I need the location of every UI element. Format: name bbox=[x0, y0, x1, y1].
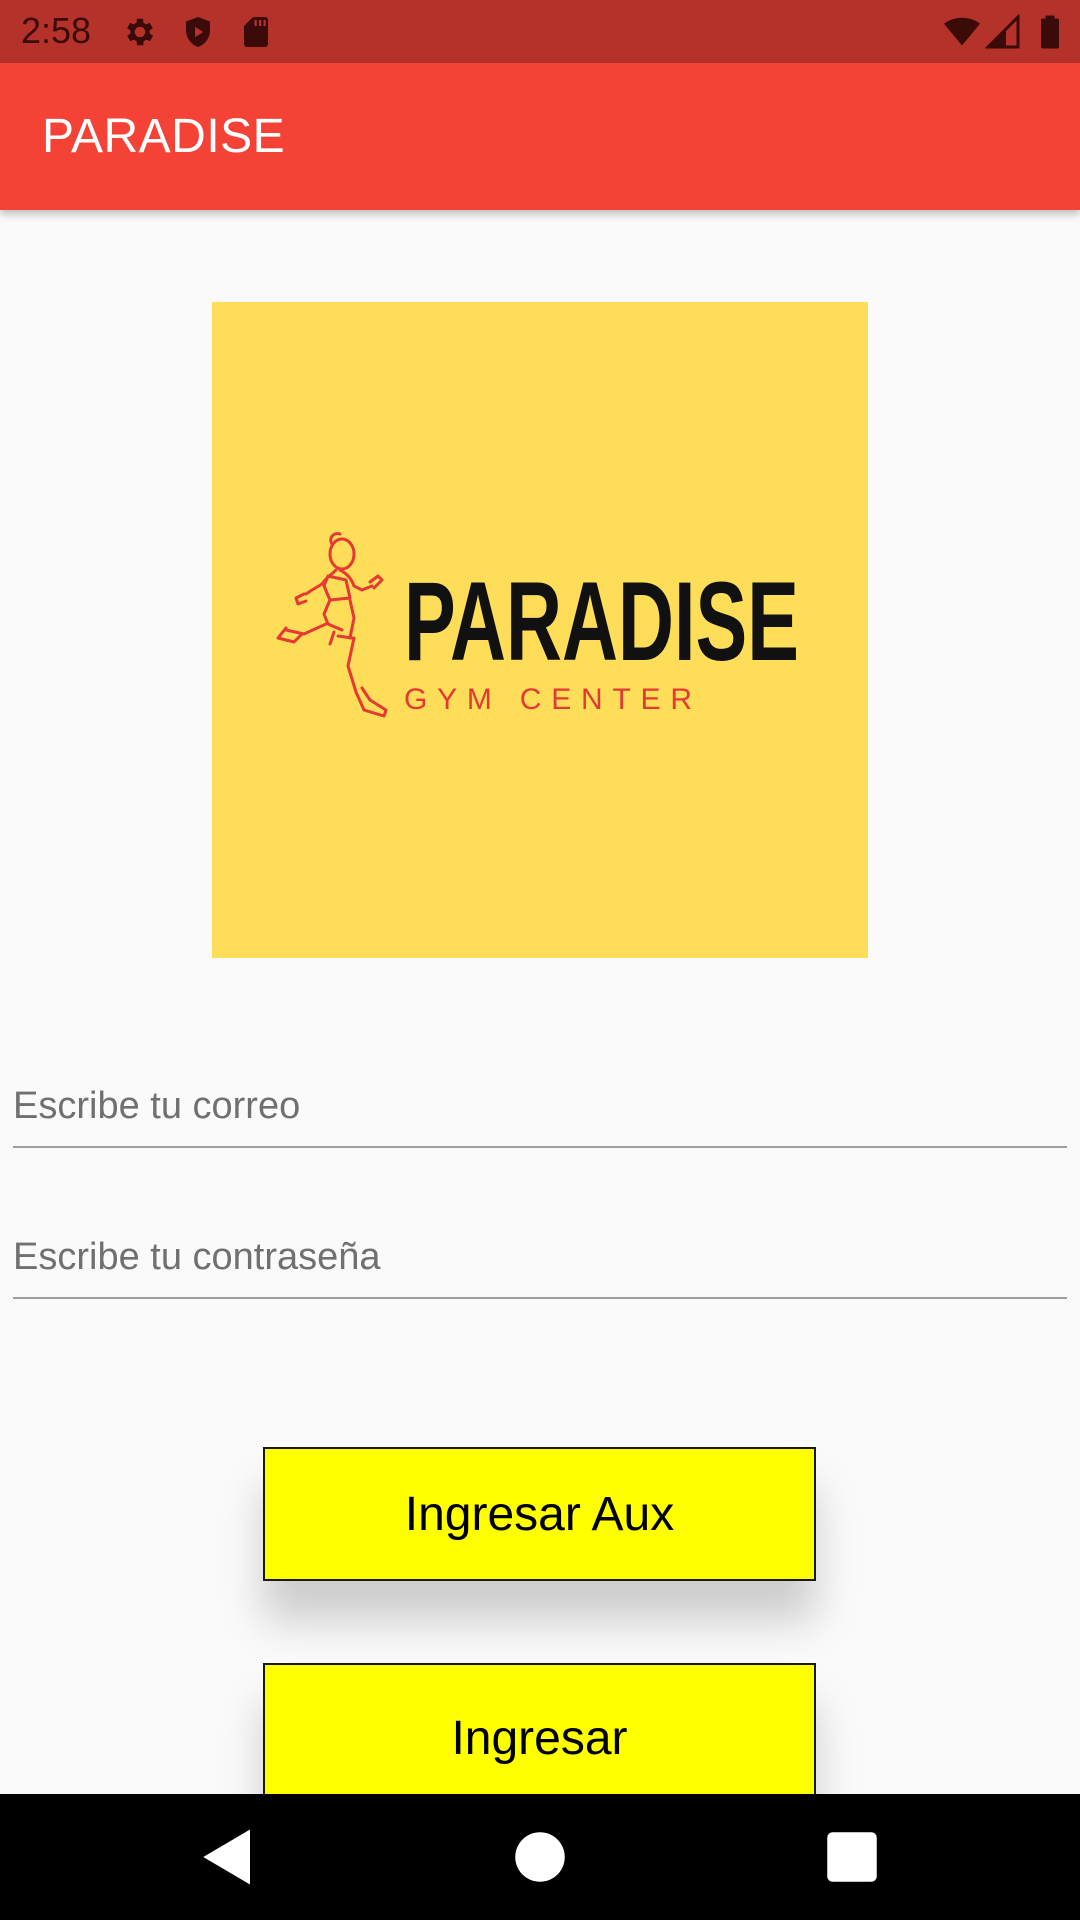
app-title: PARADISE bbox=[42, 110, 286, 163]
gear-icon bbox=[127, 18, 154, 46]
email-field-container bbox=[13, 1066, 1067, 1148]
email-field[interactable] bbox=[13, 1066, 1067, 1146]
login-aux-button[interactable]: Ingresar Aux bbox=[263, 1447, 816, 1581]
password-field-container bbox=[13, 1217, 1067, 1299]
recents-icon[interactable] bbox=[819, 1824, 885, 1890]
status-bar: 2:58 bbox=[0, 0, 1080, 63]
battery-icon bbox=[1041, 15, 1059, 49]
wifi-icon bbox=[944, 17, 980, 46]
logo-title: PARADISE bbox=[404, 564, 799, 674]
app-bar: PARADISE bbox=[0, 63, 1080, 210]
login-button[interactable]: Ingresar bbox=[263, 1663, 816, 1813]
navigation-bar bbox=[0, 1794, 1080, 1920]
password-field[interactable] bbox=[13, 1217, 1067, 1297]
status-time: 2:58 bbox=[21, 10, 92, 51]
logo-subtitle: GYM CENTER bbox=[404, 683, 692, 716]
runner-icon bbox=[276, 532, 388, 718]
screen: 2:58 PARADISE PARADISE GYM CENTER Escrib… bbox=[0, 0, 1080, 1920]
sd-card-icon bbox=[244, 17, 268, 47]
back-icon[interactable] bbox=[195, 1824, 261, 1890]
gym-logo: PARADISE GYM CENTER bbox=[212, 302, 868, 958]
svg-text:GYM CENTER: GYM CENTER bbox=[404, 683, 692, 716]
svg-text:PARADISE: PARADISE bbox=[404, 564, 799, 674]
shield-icon bbox=[186, 17, 210, 47]
home-icon[interactable] bbox=[507, 1824, 573, 1890]
signal-icon bbox=[985, 14, 1020, 49]
